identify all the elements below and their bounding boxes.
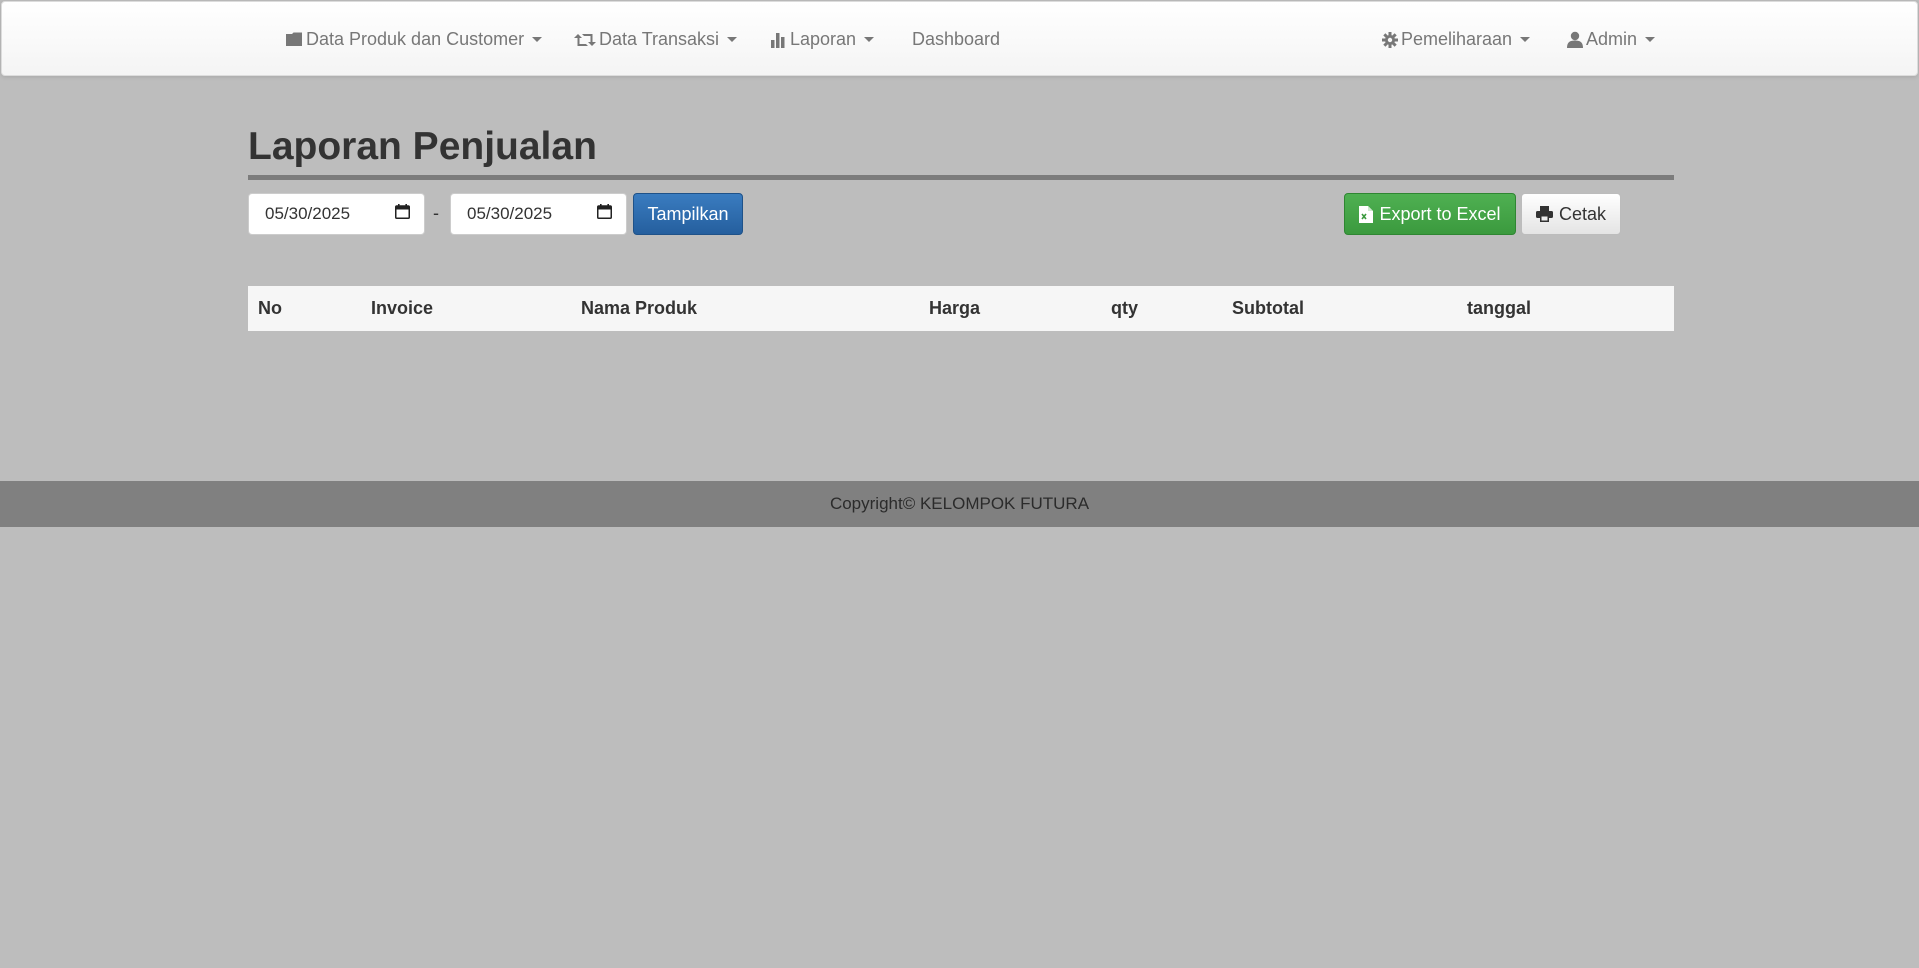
nav-admin[interactable]: Admin [1567, 2, 1656, 77]
date-range-separator: - [433, 203, 439, 223]
nav-pemeliharaan[interactable]: Pemeliharaan [1382, 2, 1531, 77]
tampilkan-button[interactable]: Tampilkan [633, 193, 743, 235]
export-excel-button-label: Export to Excel [1379, 203, 1501, 224]
column-header-invoice: Invoice [371, 298, 434, 318]
tampilkan-button-label: Tampilkan [647, 203, 729, 224]
nav-data-produk-customer-label: Data Produk dan Customer [306, 29, 525, 49]
nav-dashboard[interactable]: Dashboard [912, 2, 1000, 77]
nav-laporan[interactable]: Laporan [771, 2, 875, 77]
retweet-icon [574, 33, 596, 47]
page-title: Laporan Penjualan [248, 125, 597, 168]
export-excel-button[interactable]: Export to Excel [1344, 193, 1516, 235]
column-header-qty: qty [1111, 298, 1138, 318]
column-header-harga: Harga [929, 298, 981, 318]
date-to-input[interactable]: 05/30/2025 [450, 193, 627, 235]
user-icon [1567, 31, 1583, 48]
bar-chart-icon [771, 32, 787, 48]
nav-dashboard-label: Dashboard [912, 29, 1001, 49]
nav-pemeliharaan-label: Pemeliharaan [1401, 29, 1513, 49]
column-header-subtotal: Subtotal [1232, 298, 1304, 318]
date-to-value: 05/30/2025 [467, 204, 553, 223]
column-header-tanggal: tanggal [1467, 298, 1532, 318]
gear-icon [1382, 31, 1398, 48]
file-excel-icon [1359, 205, 1374, 223]
folder-icon [286, 32, 303, 47]
date-from-input[interactable]: 05/30/2025 [248, 193, 425, 235]
column-header-nama-produk: Nama Produk [581, 298, 698, 318]
nav-data-transaksi-label: Data Transaksi [599, 29, 720, 49]
title-divider [248, 175, 1674, 180]
sales-report-table: No Invoice Nama Produk Harga qty Subtota… [248, 286, 1674, 331]
caret-down-icon [1645, 37, 1656, 42]
footer: Copyright© KELOMPOK FUTURA [0, 481, 1919, 527]
calendar-icon[interactable] [597, 204, 612, 224]
date-from-value: 05/30/2025 [265, 204, 351, 223]
cetak-button-label: Cetak [1558, 203, 1607, 224]
caret-down-icon [1520, 37, 1531, 42]
caret-down-icon [727, 37, 738, 42]
caret-down-icon [864, 37, 875, 42]
cetak-button[interactable]: Cetak [1521, 193, 1621, 235]
calendar-icon[interactable] [395, 204, 410, 224]
caret-down-icon [532, 37, 543, 42]
nav-data-transaksi[interactable]: Data Transaksi [574, 2, 738, 77]
print-icon [1535, 206, 1553, 222]
column-header-no: No [258, 298, 282, 318]
top-navbar: Data Produk dan Customer Data Transaksi … [1, 1, 1918, 76]
nav-admin-label: Admin [1586, 29, 1638, 49]
nav-laporan-label: Laporan [790, 29, 857, 49]
copyright-text: Copyright© KELOMPOK FUTURA [829, 494, 1090, 513]
nav-data-produk-customer[interactable]: Data Produk dan Customer [286, 2, 543, 77]
